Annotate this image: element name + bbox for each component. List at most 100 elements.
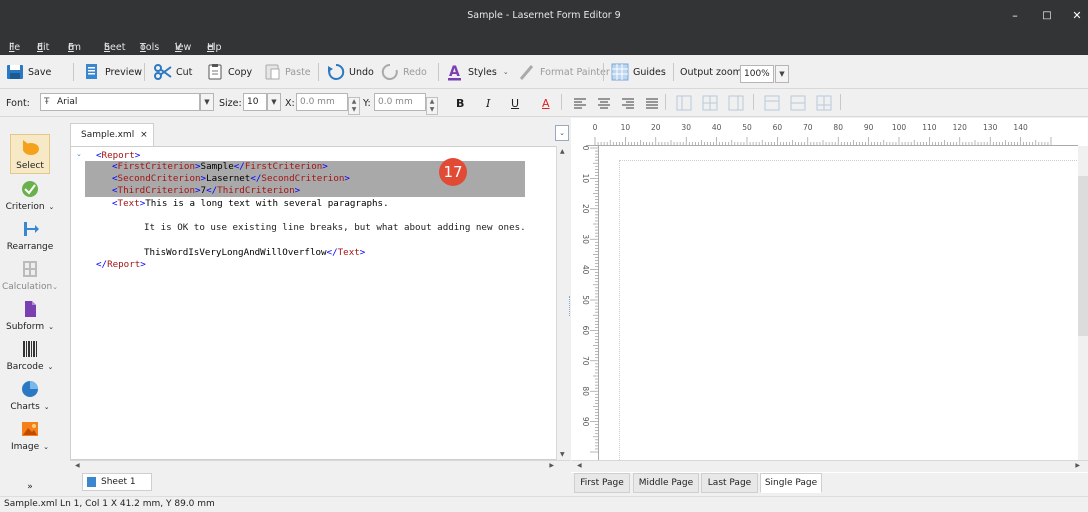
form-designer[interactable]: 0 10 20 30 40 50 60 70 80 90 100 110 120 130 140 0 10 20… [571, 118, 1088, 473]
barcode-dropdown-icon[interactable]: ⌄ [48, 363, 54, 371]
main-toolbar: Save Preview Cut Copy Paste Undo Redo A … [0, 55, 1088, 89]
align-center-icon[interactable] [597, 93, 611, 113]
tool-subform[interactable]: Subform ⌄ [0, 300, 60, 332]
tool-barcode[interactable]: Barcode ⌄ [0, 340, 60, 372]
bold-button[interactable]: B [456, 93, 464, 113]
redo-button[interactable]: Redo [381, 62, 427, 82]
tab-close-icon[interactable]: × [140, 130, 148, 140]
ruler-tick-label: 40 [712, 123, 722, 132]
tool-charts[interactable]: Charts ⌄ [0, 380, 60, 412]
tab-last-page[interactable]: Last Page [701, 473, 758, 493]
ruler-tick-label: 140 [1013, 123, 1028, 132]
designer-vertical-scrollbar[interactable] [1078, 146, 1088, 460]
paste-icon [263, 63, 281, 81]
output-zoom-select[interactable]: 100% [740, 65, 774, 83]
output-zoom-label: Output zoom: [680, 66, 746, 78]
ruler-tick-label: 0 [581, 146, 590, 151]
valign-bottom-icon[interactable] [816, 93, 832, 113]
output-zoom-dropdown-icon[interactable]: ▼ [775, 65, 789, 83]
paste-button[interactable]: Paste [263, 62, 311, 82]
copy-button[interactable]: Copy [206, 62, 252, 82]
criterion-dropdown-icon[interactable]: ⌄ [49, 203, 55, 211]
tab-sheet-1[interactable]: Sheet 1 [82, 473, 152, 491]
editor-horizontal-scrollbar[interactable]: ◀ ▶ [70, 460, 570, 472]
window-title: Sample - Lasernet Form Editor 9 [467, 10, 621, 21]
charts-dropdown-icon[interactable]: ⌄ [44, 403, 50, 411]
xml-editor[interactable]: ⌄ <Report> <FirstCriterion>Sample</First… [70, 146, 557, 460]
tool-rearrange[interactable]: Rearrange [0, 220, 60, 252]
save-button[interactable]: Save [6, 62, 51, 82]
tool-criterion[interactable]: Criterion ⌄ [0, 180, 60, 212]
tab-first-page[interactable]: First Page [574, 473, 630, 493]
underline-button[interactable]: U [511, 93, 519, 113]
ruler-tick-label: 20 [581, 204, 590, 214]
tool-select[interactable]: Select [0, 134, 60, 174]
align-justify-icon[interactable] [645, 93, 659, 113]
cut-button[interactable]: Cut [154, 62, 192, 82]
x-spinner[interactable]: ▲ ▼ [348, 97, 360, 115]
fold-toggle-icon[interactable]: ⌄ [76, 150, 82, 158]
status-bar: Sample.xml Ln 1, Col 1 X 41.2 mm, Y 89.0… [0, 496, 1088, 511]
guides-button[interactable]: Guides [611, 62, 666, 82]
ruler-tick-label: 90 [864, 123, 874, 132]
tool-calculation[interactable]: Calculation⌄ [0, 260, 60, 292]
page-canvas[interactable] [619, 160, 1079, 460]
table-align-left-icon[interactable] [676, 93, 692, 113]
tool-image[interactable]: Image ⌄ [0, 420, 60, 452]
size-dropdown-icon[interactable]: ▼ [267, 93, 281, 111]
font-color-button[interactable]: A [542, 93, 550, 113]
format-toolbar: Font: Ŧ Arial ▼ Size: 10 ▼ X: 0.0 mm ▲ ▼ … [0, 89, 1088, 117]
size-label: Size: [219, 97, 242, 109]
ruler-tick-label: 70 [581, 356, 590, 366]
ruler-tick-label: 10 [621, 123, 631, 132]
select-pointer-icon [20, 139, 40, 157]
grid-icon [611, 63, 629, 81]
svg-text:A: A [449, 64, 460, 80]
font-select[interactable]: Ŧ Arial [40, 93, 200, 111]
size-select[interactable]: 10 [243, 93, 267, 111]
close-button[interactable]: ✕ [1060, 0, 1088, 32]
maximize-button[interactable]: □ [1030, 0, 1064, 32]
font-dropdown-icon[interactable]: ▼ [200, 93, 214, 111]
styles-button[interactable]: A Styles ⌄ [446, 62, 509, 82]
italic-button[interactable]: I [486, 93, 490, 113]
tab-sample-xml[interactable]: Sample.xml × [70, 123, 154, 147]
x-position-input[interactable]: 0.0 mm [296, 93, 348, 111]
table-align-center-icon[interactable] [702, 93, 718, 113]
code-line-highlighted: <ThirdCriterion>7</ThirdCriterion> [85, 185, 525, 197]
preview-button[interactable]: Preview [83, 62, 142, 82]
minimize-button[interactable]: – [998, 0, 1032, 32]
y-position-input[interactable]: 0.0 mm [374, 93, 426, 111]
format-painter-button[interactable]: Format Painter [518, 62, 610, 82]
ruler-tick-label: 90 [581, 417, 590, 427]
editor-tabs-dropdown-icon[interactable]: ⌄ [555, 125, 569, 141]
valign-middle-icon[interactable] [790, 93, 806, 113]
editor-vertical-scrollbar[interactable]: ▲ ▼ [556, 146, 570, 460]
table-align-right-icon[interactable] [728, 93, 744, 113]
toolbox-sidebar: Select Criterion ⌄ Rearrange Calculation⌄… [0, 118, 60, 498]
y-spinner[interactable]: ▲ ▼ [426, 97, 438, 115]
ruler-tick-label: 110 [922, 123, 937, 132]
title-bar: Sample - Lasernet Form Editor 9 – □ ✕ [0, 0, 1088, 32]
ruler-tick-label: 0 [593, 123, 598, 132]
font-label: Font: [6, 97, 30, 109]
ruler-tick-label: 80 [833, 123, 843, 132]
undo-button[interactable]: Undo [327, 62, 374, 82]
y-label: Y: [363, 97, 371, 109]
calculation-dropdown-icon[interactable]: ⌄ [52, 283, 58, 291]
undo-icon [327, 63, 345, 81]
subform-dropdown-icon[interactable]: ⌄ [48, 323, 54, 331]
align-left-icon[interactable] [573, 93, 587, 113]
copy-icon [206, 63, 224, 81]
image-dropdown-icon[interactable]: ⌄ [43, 443, 49, 451]
tab-single-page[interactable]: Single Page [760, 473, 822, 493]
styles-dropdown-icon[interactable]: ⌄ [503, 68, 509, 76]
valign-top-icon[interactable] [764, 93, 780, 113]
ruler-tick-label: 70 [803, 123, 813, 132]
designer-horizontal-scrollbar[interactable]: ◀ ▶ [571, 460, 1088, 472]
tab-middle-page[interactable]: Middle Page [633, 473, 699, 493]
ruler-tick-label: 60 [581, 326, 590, 336]
subform-document-icon [20, 300, 40, 318]
toolbox-expand-icon[interactable]: » [0, 482, 60, 492]
align-right-icon[interactable] [621, 93, 635, 113]
